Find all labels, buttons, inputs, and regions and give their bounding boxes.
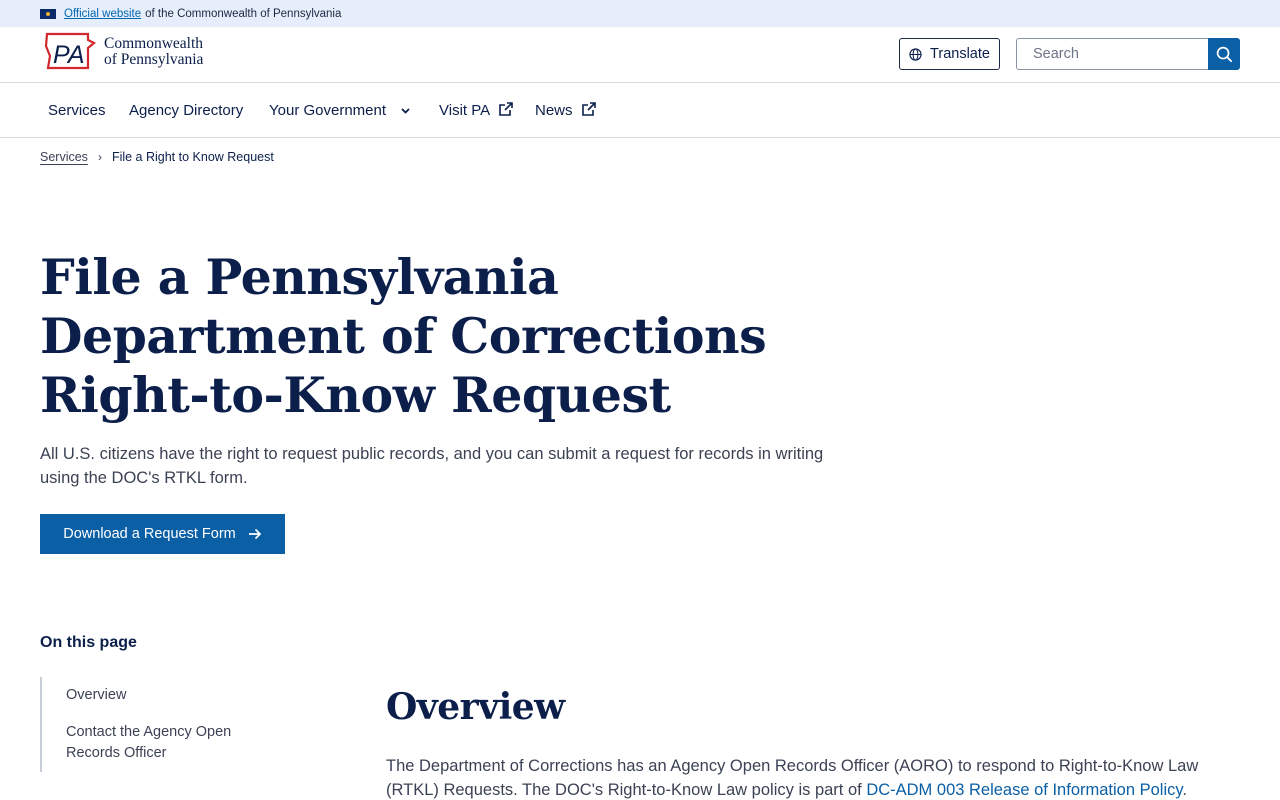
translate-label: Translate: [930, 46, 990, 62]
official-website-link[interactable]: Official website: [64, 8, 141, 20]
nav-item-services[interactable]: Services: [48, 102, 106, 119]
translate-button[interactable]: Translate: [899, 38, 1000, 70]
breadcrumb-services-link[interactable]: Services: [40, 150, 88, 164]
page-lead: All U.S. citizens have the right to requ…: [40, 445, 824, 487]
official-banner-text: of the Commonwealth of Pennsylvania: [145, 7, 342, 20]
external-link-icon: [581, 101, 596, 116]
pa-keystone-logo-icon: PA: [44, 32, 96, 72]
cta-label: Download a Request Form: [63, 526, 236, 542]
on-this-page-heading: On this page: [40, 634, 137, 651]
on-this-page-nav: Overview Contact the Agency Open Records…: [40, 677, 270, 772]
external-link-icon: [499, 101, 513, 116]
nav-item-your-government[interactable]: Your Government: [269, 102, 414, 119]
search-input[interactable]: Search: [1016, 38, 1209, 70]
overview-body: The Department of Corrections has an Age…: [386, 754, 1241, 800]
nav-item-visit-pa[interactable]: Visit PA: [439, 101, 514, 119]
nav-label: Services: [48, 102, 106, 119]
search-button[interactable]: [1208, 38, 1240, 70]
arrow-right-icon: [248, 528, 261, 540]
chevron-down-icon: [401, 107, 410, 114]
nav-label: Agency Directory: [129, 102, 244, 119]
overview-text-end: .: [1182, 781, 1187, 799]
breadcrumb: Services › File a Right to Know Request: [40, 150, 274, 164]
site-header: PA Commonwealth of Pennsylvania Translat…: [0, 27, 1280, 83]
nav-label: Visit PA: [439, 102, 491, 119]
page-title: File a Pennsylvania Department of Correc…: [40, 248, 767, 424]
pa-logo[interactable]: PA Commonwealth of Pennsylvania: [44, 32, 203, 72]
nav-label: Your Government: [269, 102, 387, 119]
chevron-right-icon: ›: [97, 150, 102, 164]
logo-line-1: Commonwealth: [104, 35, 204, 52]
globe-icon: [909, 47, 922, 61]
breadcrumb-current: File a Right to Know Request: [111, 150, 274, 164]
nav-item-news[interactable]: News: [535, 101, 597, 119]
search-placeholder: Search: [1033, 46, 1079, 62]
official-banner: Official website of the Commonwealth of …: [0, 0, 1280, 27]
nav-item-agency-directory[interactable]: Agency Directory: [129, 102, 243, 119]
pa-flag-icon: [40, 8, 56, 19]
logo-mark-text: PA: [53, 41, 85, 69]
nav-label: News: [535, 102, 573, 119]
on-this-page-link-contact[interactable]: Contact the Agency Open Records Officer: [66, 722, 246, 764]
main-nav: Services Agency Directory Your Governmen…: [0, 83, 1280, 138]
search-icon: [1216, 46, 1232, 62]
overview-heading: Overview: [386, 686, 565, 728]
policy-link[interactable]: DC-ADM 003 Release of Information Policy: [866, 781, 1182, 799]
logo-wordmark: Commonwealth of Pennsylvania: [104, 36, 203, 68]
download-request-form-button[interactable]: Download a Request Form: [40, 514, 285, 554]
on-this-page-link-overview[interactable]: Overview: [66, 685, 126, 706]
logo-line-2: of Pennsylvania: [104, 51, 204, 68]
